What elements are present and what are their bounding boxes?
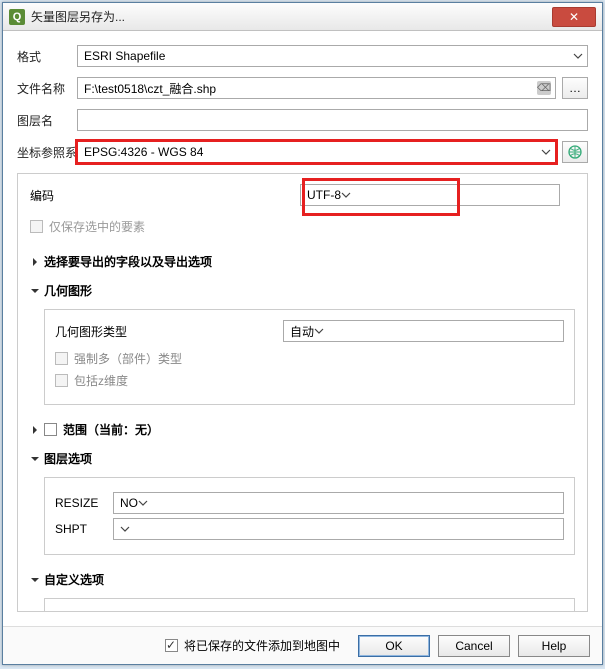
format-label: 格式 — [17, 48, 77, 65]
filename-field[interactable]: F:\test0518\czt_融合.shp ⌫ — [77, 77, 556, 99]
cancel-button[interactable]: Cancel — [438, 635, 510, 657]
toggle-layer-options[interactable]: 图层选项 — [30, 450, 575, 467]
chevron-down-icon — [573, 51, 583, 61]
encoding-combo[interactable]: UTF-8 — [300, 184, 560, 206]
ok-button[interactable]: OK — [358, 635, 430, 657]
browse-label: … — [569, 81, 581, 95]
chevron-right-icon — [30, 257, 40, 267]
dialog-window: Q 矢量图层另存为... ✕ 格式 ESRI Shapefile 文件名称 F:… — [2, 2, 603, 665]
row-geom-type: 几何图形类型 自动 — [55, 320, 564, 342]
custom-options-box: 数据源 图层 — [44, 598, 575, 612]
format-combo[interactable]: ESRI Shapefile — [77, 45, 588, 67]
clear-icon[interactable]: ⌫ — [537, 81, 551, 95]
resize-combo[interactable]: NO — [113, 492, 564, 514]
layer-options-header: 图层选项 — [44, 450, 92, 467]
row-format: 格式 ESRI Shapefile — [17, 45, 588, 67]
footer: 将已保存的文件添加到地图中 OK Cancel Help — [3, 626, 602, 664]
encoding-value: UTF-8 — [307, 188, 341, 202]
chevron-down-icon — [30, 286, 40, 296]
toggle-export-fields[interactable]: 选择要导出的字段以及导出选项 — [30, 253, 575, 270]
geom-type-combo[interactable]: 自动 — [283, 320, 564, 342]
add-to-map-checkbox[interactable] — [165, 639, 178, 652]
resize-label: RESIZE — [55, 496, 113, 510]
export-fields-label: 选择要导出的字段以及导出选项 — [44, 253, 212, 270]
chevron-down-icon — [314, 326, 324, 336]
add-to-map-label: 将已保存的文件添加到地图中 — [184, 637, 340, 654]
force-multi-label: 强制多（部件）类型 — [74, 350, 182, 367]
row-shpt: SHPT — [55, 518, 564, 540]
chevron-down-icon — [341, 190, 351, 200]
toggle-extent[interactable]: 范围（当前：无） — [30, 421, 575, 438]
add-to-map-wrap: 将已保存的文件添加到地图中 — [165, 637, 340, 654]
shpt-label: SHPT — [55, 522, 113, 536]
chevron-down-icon — [541, 147, 551, 157]
extent-checkbox[interactable] — [44, 423, 57, 436]
geom-type-label: 几何图形类型 — [55, 323, 133, 340]
save-selected-label: 仅保存选中的要素 — [49, 218, 145, 235]
row-layername: 图层名 — [17, 109, 588, 131]
resize-value: NO — [120, 496, 138, 510]
window-title: 矢量图层另存为... — [31, 8, 552, 25]
row-crs: 坐标参照系 EPSG:4326 - WGS 84 — [17, 141, 588, 163]
chevron-right-icon — [30, 425, 40, 435]
close-icon: ✕ — [569, 10, 579, 24]
geometry-box: 几何图形类型 自动 强制多（部件）类型 包括z维度 — [44, 309, 575, 405]
save-selected-checkbox — [30, 220, 43, 233]
chevron-down-icon — [30, 454, 40, 464]
crs-label: 坐标参照系 — [17, 144, 77, 161]
titlebar: Q 矢量图层另存为... ✕ — [3, 3, 602, 31]
row-resize: RESIZE NO — [55, 492, 564, 514]
format-value: ESRI Shapefile — [84, 49, 165, 63]
layername-field[interactable] — [77, 109, 588, 131]
row-save-selected: 仅保存选中的要素 — [30, 218, 575, 235]
include-z-label: 包括z维度 — [74, 372, 128, 389]
globe-icon — [567, 144, 583, 160]
row-include-z: 包括z维度 — [55, 372, 564, 389]
crs-combo[interactable]: EPSG:4326 - WGS 84 — [77, 141, 556, 163]
crs-picker-button[interactable] — [562, 141, 588, 163]
row-filename: 文件名称 F:\test0518\czt_融合.shp ⌫ … — [17, 77, 588, 99]
content-area: 格式 ESRI Shapefile 文件名称 F:\test0518\czt_融… — [3, 31, 602, 626]
crs-value: EPSG:4326 - WGS 84 — [84, 145, 203, 159]
filename-label: 文件名称 — [17, 80, 77, 97]
close-button[interactable]: ✕ — [552, 7, 596, 27]
chevron-down-icon — [120, 524, 130, 534]
layer-options-box: RESIZE NO SHPT — [44, 477, 575, 555]
custom-options-header: 自定义选项 — [44, 571, 104, 588]
encoding-label: 编码 — [30, 187, 90, 204]
browse-button[interactable]: … — [562, 77, 588, 99]
toggle-custom-options[interactable]: 自定义选项 — [30, 571, 575, 588]
filename-value: F:\test0518\czt_融合.shp — [84, 80, 216, 97]
shpt-combo[interactable] — [113, 518, 564, 540]
geometry-header: 几何图形 — [44, 282, 92, 299]
chevron-down-icon — [30, 575, 40, 585]
extent-label: 范围（当前：无） — [63, 421, 159, 438]
options-panel: 编码 UTF-8 仅保存选中的要素 选择要导出的字段以及导出选项 几何图形 — [17, 173, 588, 612]
app-icon: Q — [9, 9, 25, 25]
layername-label: 图层名 — [17, 112, 77, 129]
include-z-checkbox — [55, 374, 68, 387]
row-encoding: 编码 UTF-8 — [30, 184, 575, 206]
chevron-down-icon — [138, 498, 148, 508]
geom-type-value: 自动 — [290, 323, 314, 340]
force-multi-checkbox — [55, 352, 68, 365]
help-button[interactable]: Help — [518, 635, 590, 657]
toggle-geometry[interactable]: 几何图形 — [30, 282, 575, 299]
row-force-multi: 强制多（部件）类型 — [55, 350, 564, 367]
